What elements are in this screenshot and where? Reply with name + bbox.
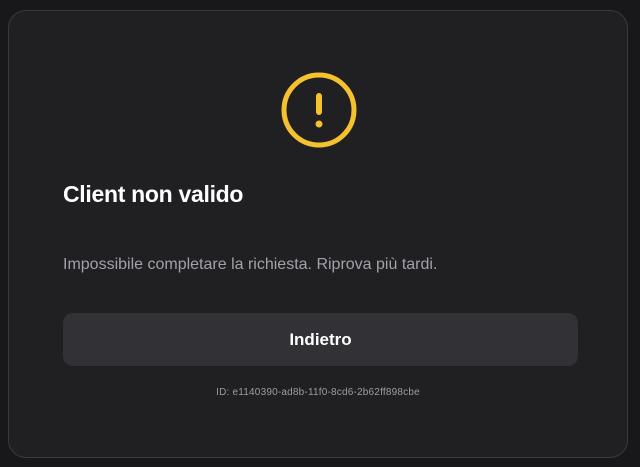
error-message: Impossibile completare la richiesta. Rip… <box>63 256 438 273</box>
back-button-label: Indietro <box>289 329 352 349</box>
error-title: Client non valido <box>63 181 244 207</box>
back-button[interactable]: Indietro <box>63 313 578 366</box>
warning-circle-icon <box>280 71 358 149</box>
error-card: Client non valido Impossibile completare… <box>8 10 628 458</box>
request-id: ID: e1140390-ad8b-11f0-8cd6-2b62ff898cbe <box>216 387 420 398</box>
